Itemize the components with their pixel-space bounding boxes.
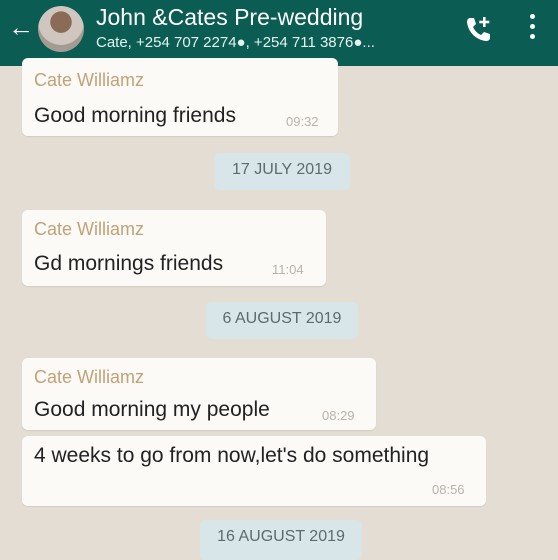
message-sender: Cate Williamz [34, 367, 145, 387]
add-call-icon[interactable] [464, 14, 494, 44]
date-separator: 6 AUGUST 2019 [206, 302, 358, 339]
date-separator: 16 AUGUST 2019 [200, 520, 362, 560]
message-text: Good morning friends [34, 104, 236, 127]
message-text: 4 weeks to go from now,let's do somethin… [34, 444, 430, 467]
message-bubble[interactable]: Cate Williamz Good morning friends 09:32 [22, 58, 338, 136]
message-text: Gd mornings friends [34, 252, 224, 275]
message-time: 09:32 [286, 114, 319, 129]
message-sender: Cate Williamz [34, 70, 145, 90]
message-bubble[interactable]: Cate Williamz Gd mornings friends 11:04 [22, 210, 326, 286]
more-options-icon[interactable] [526, 14, 538, 44]
message-time: 08:29 [322, 408, 355, 423]
chat-title[interactable]: John &Cates Pre-wedding [96, 4, 363, 31]
message-sender: Cate Williamz [34, 219, 145, 239]
group-avatar[interactable] [38, 6, 84, 52]
message-time: 08:56 [432, 482, 465, 497]
message-bubble[interactable]: 4 weeks to go from now,let's do somethin… [22, 436, 486, 506]
chat-participants[interactable]: Cate, +254 707 2274●, +254 711 3876●... [96, 34, 375, 51]
chat-header: ← John &Cates Pre-wedding Cate, +254 707… [0, 0, 558, 66]
message-text: Good morning my people [34, 398, 270, 421]
back-arrow-icon[interactable]: ← [8, 14, 34, 40]
message-time: 11:04 [272, 262, 304, 277]
date-separator: 17 JULY 2019 [214, 153, 350, 190]
message-bubble[interactable]: Cate Williamz Good morning my people 08:… [22, 358, 376, 430]
